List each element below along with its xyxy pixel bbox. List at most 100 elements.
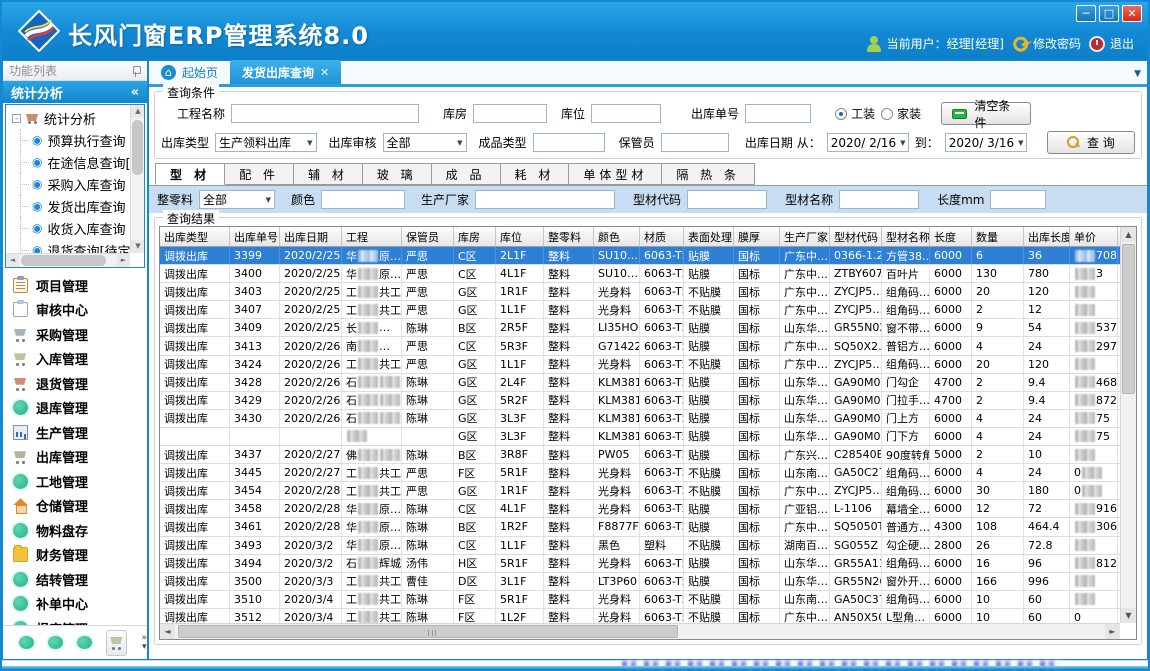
column-header-型材名称[interactable]: 型材名称 [882,227,930,246]
sidebar-item-项目管理[interactable]: 项目管理 [3,273,147,298]
tree-item[interactable]: ◉采购入库查询 [12,173,130,195]
table-row[interactable]: 调拨出库34452020/2/27工共工程严思F区5R1F整料光身料6063-T… [160,464,1120,482]
column-header-出库单号[interactable]: 出库单号 [230,227,280,246]
tree-horizontal-scrollbar[interactable]: ◄ ► [6,253,130,267]
table-row[interactable]: 调拨出库34072020/2/25工共工程严思G区1L1F整料光身料6063-T… [160,301,1120,319]
sidebar-item-财务管理[interactable]: 财务管理 [3,543,147,568]
minimize-button[interactable]: ─ [1076,5,1096,22]
scroll-right-icon[interactable]: ► [117,254,130,267]
table-row[interactable]: 调拨出库34932020/3/2华原…陈琳C区1L1F整料黑色塑料不贴膜国标湖南… [160,537,1120,555]
length-input[interactable] [990,190,1046,209]
change-password-button[interactable]: 修改密码 [1012,35,1081,52]
column-header-型材代码[interactable]: 型材代码 [830,227,882,246]
zhengling-select[interactable]: 全部 [199,190,275,209]
material-tab-配件[interactable]: 配 件 [225,163,294,185]
sidebar-item-生产管理[interactable]: 生产管理 [3,420,147,445]
jiazhuang-radio[interactable]: 家装 [881,105,921,122]
manufacturer-input[interactable] [475,190,615,209]
color-input[interactable] [321,190,405,209]
date-from-picker[interactable]: 2020/ 2/16 [827,133,909,152]
column-header-表面处理[interactable]: 表面处理 [684,227,734,246]
table-row[interactable]: 调拨出库34542020/2/28工共工程严思G区1R1F整料光身料6063-T… [160,482,1120,500]
table-row[interactable]: 调拨出库34002020/2/25华原…严思C区4L1F整料SU10…6063-… [160,265,1120,283]
sidebar-item-退库管理[interactable]: 退库管理 [3,396,147,421]
grid-vertical-scrollbar[interactable]: ▲ ▼ [1120,227,1136,623]
sidebar-item-结转管理[interactable]: 结转管理 [3,567,147,592]
project-name-input[interactable] [231,104,419,123]
scroll-up-icon[interactable]: ▲ [131,105,145,118]
column-header-出库长度[interactable]: 出库长度 [1024,227,1070,246]
column-header-长度[interactable]: 长度 [930,227,972,246]
sidebar-item-出库管理[interactable]: 出库管理 [3,445,147,470]
material-tab-辅材[interactable]: 辅 材 [294,163,363,185]
tab-close-icon[interactable]: ✕ [320,66,329,79]
column-header-单价[interactable]: 单价 [1070,227,1118,246]
dock-dot-icon-3[interactable] [77,636,92,649]
column-header-颜色[interactable]: 颜色 [594,227,640,246]
material-tab-成品[interactable]: 成 品 [432,163,501,185]
sidebar-item-入库管理[interactable]: 入库管理 [3,347,147,372]
table-row[interactable]: 调拨出库34242020/2/26工共工程严思G区1L1F整料光身料6063-T… [160,356,1120,374]
tab-起始页[interactable]: ⌂起始页 [149,60,230,84]
tree-expand-icon[interactable]: - [12,114,21,123]
date-to-picker[interactable]: 2020/ 3/16 [945,133,1027,152]
sidebar-item-报废管理[interactable]: 报废管理 [3,616,147,625]
collapse-icon[interactable]: « [131,85,139,100]
dock-overflow-button[interactable]: »▾ [141,634,147,652]
material-tab-玻璃[interactable]: 玻 璃 [363,163,432,185]
table-row[interactable]: 调拨出库33992020/2/25华原…严思C区2L1F整料SU10…6063-… [160,247,1120,265]
sidebar-item-退货管理[interactable]: 退货管理 [3,371,147,396]
column-header-出库日期[interactable]: 出库日期 [280,227,342,246]
column-header-保管员[interactable]: 保管员 [402,227,454,246]
location-input[interactable] [591,104,661,123]
outbound-no-input[interactable] [745,104,811,123]
table-row[interactable]: 调拨出库35102020/3/4工共工程陈琳F区5R1F整料光身料6063-T5… [160,591,1120,609]
sidebar-item-物料盘存[interactable]: 物料盘存 [3,518,147,543]
sidebar-item-审核中心[interactable]: 审核中心 [3,298,147,323]
table-row[interactable]: 调拨出库34092020/2/25长…陈琳B区2R5F整料LI35HO6063-… [160,319,1120,337]
material-tab-耗材[interactable]: 耗 材 [501,163,570,185]
scroll-down-icon[interactable]: ▼ [131,240,145,253]
sidebar-item-工地管理[interactable]: 工地管理 [3,469,147,494]
column-header-膜厚[interactable]: 膜厚 [734,227,780,246]
material-tab-型材[interactable]: 型 材 [155,163,225,185]
table-row[interactable]: 调拨出库35002020/3/3工共工程曹佳D区3L1F整料LT3P606063… [160,573,1120,591]
gongzhuang-radio[interactable]: 工装 [835,105,875,122]
table-row[interactable]: 调拨出库34292020/2/26石城陈琳G区5R2F整料KLM38176063… [160,392,1120,410]
tab-overflow-dropdown[interactable]: ▼ [1134,69,1141,79]
table-row[interactable]: 调拨出库34582020/2/28华原…陈琳C区4L1F整料光身料6063-T5… [160,500,1120,518]
table-row[interactable]: 调拨出库34032020/2/25工共工程严思G区1R1F整料光身料6063-T… [160,283,1120,301]
material-tab-隔热条[interactable]: 隔 热 条 [662,163,755,185]
column-header-材质[interactable]: 材质 [640,227,684,246]
column-header-整零料[interactable]: 整零料 [544,227,594,246]
tree-item[interactable]: ◉收货入库查询 [12,217,130,239]
tree-root-node[interactable]: - 统计分析 [12,107,130,129]
column-header-工程[interactable]: 工程 [342,227,402,246]
grid-scroll-left-icon[interactable]: ◄ [160,624,175,639]
column-header-数量[interactable]: 数量 [972,227,1024,246]
scroll-left-icon[interactable]: ◄ [6,254,19,267]
column-header-库位[interactable]: 库位 [496,227,544,246]
sidebar-item-仓储管理[interactable]: 仓储管理 [3,494,147,519]
table-row[interactable]: 调拨出库34372020/2/27佛…陈琳B区3R8F整料PW056063-T5… [160,446,1120,464]
material-tab-单体型材[interactable]: 单体型材 [569,163,662,185]
warehouse-input[interactable] [473,104,547,123]
outbound-type-select[interactable]: 生产领料出库 [215,133,317,152]
tree-item[interactable]: ◉退货查询[待定] [12,239,130,253]
maximize-button[interactable]: □ [1099,5,1119,22]
column-header-生产厂家[interactable]: 生产厂家 [780,227,830,246]
column-header-出库类型[interactable]: 出库类型 [160,227,230,246]
table-row[interactable]: 调拨出库34132020/2/26南…严思C区5R3F整料G714226063-… [160,337,1120,355]
pin-icon[interactable] [131,65,141,77]
name-input[interactable] [839,190,919,209]
clear-conditions-button[interactable]: 清空条件 [941,102,1031,125]
grid-scroll-up-icon[interactable]: ▲ [1121,227,1136,242]
keeper-input[interactable] [661,133,729,152]
column-header-库房[interactable]: 库房 [454,227,496,246]
table-row[interactable]: 调拨出库35122020/3/4工共工程陈琳F区1L2F整料光身料6063-T5… [160,609,1120,623]
grid-horizontal-scrollbar[interactable]: ◄ ► [160,623,1120,639]
section-header[interactable]: 统计分析 « [3,81,147,103]
dock-dot-icon-1[interactable] [19,636,34,649]
table-row[interactable]: 调拨出库34612020/2/28华原…陈琳B区1R2F整料F8877FT606… [160,518,1120,536]
table-row[interactable]: 调拨出库34302020/2/26石城陈琳G区3L3F整料KLM38176063… [160,410,1120,428]
